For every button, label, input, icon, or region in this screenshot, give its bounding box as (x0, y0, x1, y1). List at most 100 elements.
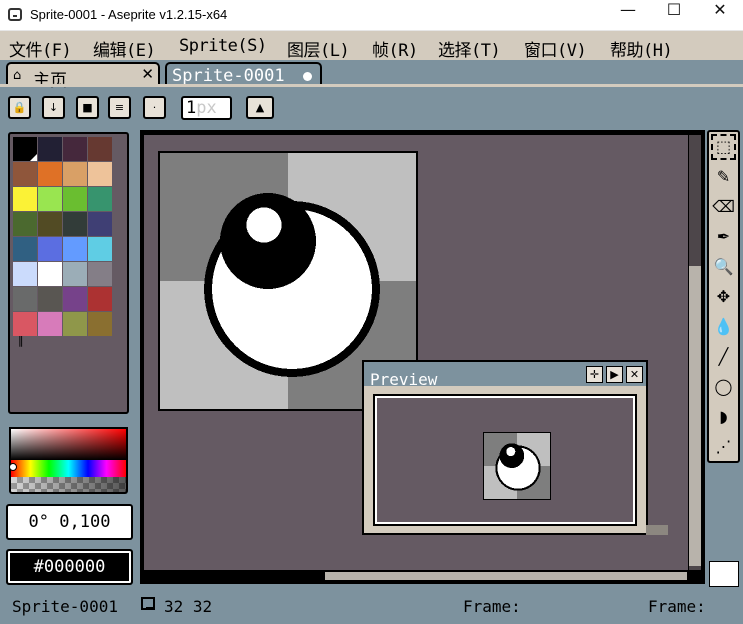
preview-window[interactable]: Preview ✛ ▶ ✕ (362, 360, 648, 535)
close-icon[interactable]: ✕ (626, 366, 643, 383)
lock-icon[interactable]: 🔒 (8, 96, 31, 119)
status-bar: Sprite-0001 32 32 Frame: Frame: (0, 590, 743, 624)
palette-swatch[interactable] (63, 162, 87, 186)
palette-swatch[interactable] (63, 312, 87, 336)
palette-swatch[interactable] (38, 262, 62, 286)
palette-swatch[interactable] (13, 262, 37, 286)
aseprite-app-icon (8, 8, 22, 21)
menu-view[interactable]: 窗口(V) (524, 36, 587, 61)
palette-swatch[interactable] (63, 287, 87, 311)
color-spectrum[interactable] (9, 427, 128, 460)
contour-tool-icon[interactable]: ◗ (711, 404, 736, 430)
menu-icon[interactable]: ≡ (108, 96, 131, 119)
tab-sprite-label: Sprite-0001 (172, 66, 285, 86)
preview-eyeball (484, 433, 550, 499)
preview-titlebar[interactable]: Preview ✛ ▶ ✕ (364, 362, 646, 389)
menu-bar: 文件(F) 编辑(E) Sprite(S) 图层(L) 帧(R) 选择(T) 窗… (0, 31, 743, 61)
window-title: Sprite-0001 - Aseprite v1.2.15-x64 (30, 7, 228, 22)
palette-swatch[interactable] (13, 287, 37, 311)
status-frame-label: Frame: (463, 597, 521, 616)
marquee-tool-icon[interactable]: ⬚ (711, 134, 736, 160)
hue-slider-knob[interactable] (9, 463, 17, 471)
palette-swatch[interactable] (38, 312, 62, 336)
zoom-tool-icon[interactable]: 🔍 (711, 254, 736, 280)
palette-swatch[interactable] (13, 312, 37, 336)
ink-icon[interactable]: ▲ (246, 96, 274, 119)
palette-swatch[interactable] (88, 187, 112, 211)
menu-sprite[interactable]: Sprite(S) (179, 36, 267, 56)
palette-swatch[interactable] (38, 287, 62, 311)
minimize-button[interactable]: — (605, 0, 651, 31)
preview-title: Preview (370, 370, 438, 389)
eyedropper-tool-icon[interactable]: ✒ (711, 224, 736, 250)
brush-size-input[interactable]: 1px (181, 96, 232, 120)
vertical-scrollbar-thumb[interactable] (689, 266, 701, 566)
palette-swatch[interactable] (88, 312, 112, 336)
sprite-size-icon (141, 597, 155, 610)
ellipse-tool-icon[interactable]: ◯ (711, 374, 736, 400)
palette-swatch[interactable] (13, 162, 37, 186)
brush-size-value: 1 (186, 98, 197, 118)
move-tool-icon[interactable]: ✥ (711, 284, 736, 310)
palette-swatch[interactable] (13, 187, 37, 211)
foreground-color-hex[interactable]: #000000 (6, 549, 133, 585)
palette-swatch[interactable] (38, 162, 62, 186)
window-resize-grip[interactable] (709, 561, 739, 587)
modified-dot-icon[interactable] (303, 72, 312, 81)
spray-tool-icon[interactable]: ⋰ (711, 434, 736, 460)
palette-swatch[interactable] (63, 187, 87, 211)
dot-icon[interactable]: · (143, 96, 166, 119)
maximize-preview-icon[interactable]: ✛ (586, 366, 603, 383)
palette-swatch[interactable] (88, 237, 112, 261)
palette-swatch[interactable] (63, 237, 87, 261)
alpha-slider[interactable] (9, 477, 128, 494)
brush-size-unit: px (196, 98, 217, 118)
close-tab-icon[interactable]: ✕ (141, 65, 154, 83)
palette-swatch[interactable] (38, 212, 62, 236)
palette-swatch[interactable] (13, 137, 37, 161)
horizontal-scrollbar-thumb[interactable] (325, 572, 687, 580)
menu-file[interactable]: 文件(F) (9, 36, 72, 61)
palette-swatch[interactable] (88, 212, 112, 236)
maximize-button[interactable]: ☐ (651, 0, 697, 31)
status-sprite-size: 32 32 (164, 597, 213, 616)
palette-swatch[interactable] (63, 262, 87, 286)
palette-swatch[interactable] (38, 187, 62, 211)
hue-slider[interactable] (9, 460, 128, 477)
context-toolbar: 🔒 ↓ ■ ≡ · 1px ▲ (0, 88, 743, 128)
palette-swatch-grid (13, 137, 113, 336)
preview-sprite-thumbnail (483, 432, 551, 500)
status-sprite-name: Sprite-0001 (12, 597, 118, 616)
palette-swatch[interactable] (13, 212, 37, 236)
preview-resize-corner[interactable] (646, 525, 668, 535)
palette-resize-handle[interactable]: ‖ (18, 334, 24, 347)
palette-swatch[interactable] (63, 137, 87, 161)
play-icon[interactable]: ▶ (606, 366, 623, 383)
window-titlebar: Sprite-0001 - Aseprite v1.2.15-x64 — ☐ ✕ (0, 0, 743, 31)
palette-swatch[interactable] (38, 237, 62, 261)
tab-bar: ⌂ 主页 ✕ Sprite-0001 (0, 60, 743, 91)
palette-swatch[interactable] (88, 162, 112, 186)
preview-viewport[interactable] (373, 394, 637, 526)
palette-swatch[interactable] (13, 237, 37, 261)
palette-panel: ‖ (8, 132, 129, 414)
fill-tool-icon[interactable]: 💧 (711, 314, 736, 340)
menu-frame[interactable]: 帧(R) (372, 36, 418, 61)
palette-swatch[interactable] (38, 137, 62, 161)
square-brush-icon[interactable]: ■ (76, 96, 99, 119)
pencil-tool-icon[interactable]: ✎ (711, 164, 736, 190)
palette-swatch[interactable] (88, 287, 112, 311)
menu-select[interactable]: 选择(T) (438, 36, 501, 61)
hsv-value-display[interactable]: 0° 0,100 (6, 504, 133, 540)
menu-layer[interactable]: 图层(L) (287, 36, 350, 61)
menu-help[interactable]: 帮助(H) (610, 36, 673, 61)
menu-edit[interactable]: 编辑(E) (93, 36, 156, 61)
eraser-tool-icon[interactable]: ⌫ (711, 194, 736, 220)
palette-swatch[interactable] (88, 137, 112, 161)
palette-swatch[interactable] (88, 262, 112, 286)
close-window-button[interactable]: ✕ (697, 0, 743, 31)
palette-swatch[interactable] (63, 212, 87, 236)
line-tool-icon[interactable]: ╱ (711, 344, 736, 370)
status-frame-label-right[interactable]: Frame: (648, 597, 706, 616)
arrow-down-icon[interactable]: ↓ (42, 96, 65, 119)
